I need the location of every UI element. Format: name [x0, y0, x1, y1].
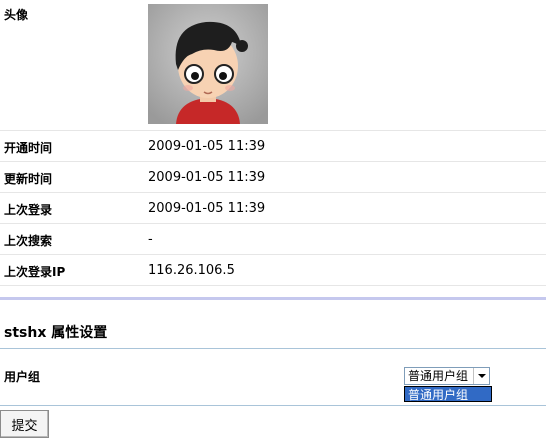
divider	[0, 192, 546, 193]
submit-button[interactable]: 提交	[0, 410, 49, 438]
divider	[0, 130, 546, 131]
section-title-underline	[0, 348, 546, 349]
value-last-login-ip: 116.26.106.5	[148, 263, 235, 278]
settings-title: stshx 属性设置	[4, 325, 108, 341]
avatar-image	[148, 4, 268, 124]
user-group-option[interactable]: 普通用户组	[404, 386, 492, 402]
label-last-search: 上次搜索	[4, 234, 53, 248]
avatar	[148, 4, 268, 124]
value-open-time: 2009-01-05 11:39	[148, 139, 266, 154]
user-group-select[interactable]: 普通用户组	[404, 367, 490, 385]
value-update-time: 2009-01-05 11:39	[148, 170, 266, 185]
label-last-login: 上次登录	[4, 203, 53, 217]
user-group-selected-value: 普通用户组	[408, 369, 469, 383]
divider	[0, 285, 546, 286]
divider	[0, 223, 546, 224]
value-last-search: -	[148, 232, 153, 247]
divider	[0, 405, 546, 406]
avatar-label: 头像	[4, 8, 29, 22]
divider	[0, 161, 546, 162]
label-last-login-ip: 上次登录IP	[4, 265, 66, 279]
user-group-label: 用户组	[4, 370, 41, 384]
chevron-down-icon[interactable]	[473, 368, 489, 384]
label-update-time: 更新时间	[4, 172, 53, 186]
section-separator	[0, 297, 546, 300]
value-last-login: 2009-01-05 11:39	[148, 201, 266, 216]
divider	[0, 254, 546, 255]
label-open-time: 开通时间	[4, 141, 53, 155]
